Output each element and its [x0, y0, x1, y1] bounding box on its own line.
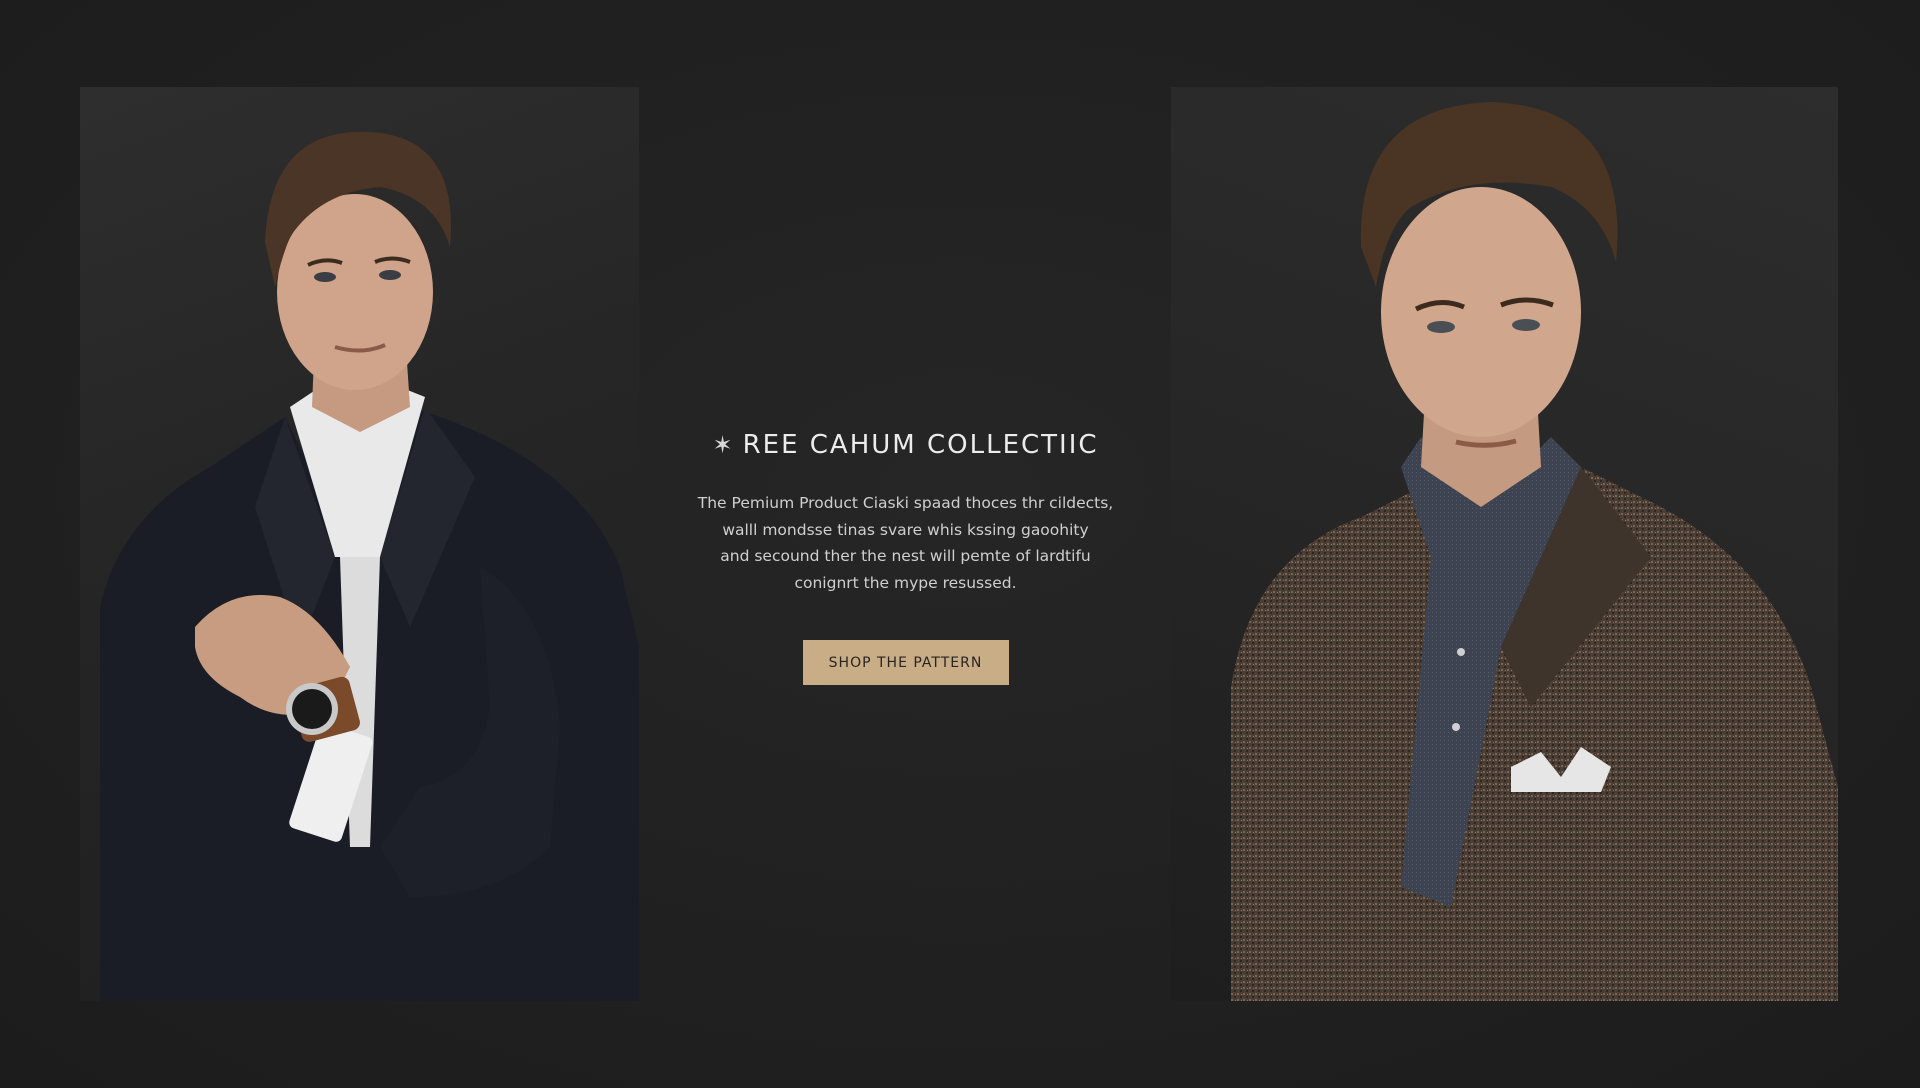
collection-description: The Pemium Product Ciaski spaad thoces t… — [676, 490, 1136, 596]
description-line: walll mondsse tinas svare whis kssing ga… — [722, 520, 1089, 539]
collection-title: REE CAHUM COLLECTIIC — [742, 430, 1099, 460]
description-line: conignrt the mype resussed. — [794, 573, 1017, 592]
shop-the-pattern-button[interactable]: SHOP THE PATTERN — [802, 640, 1009, 685]
collection-intro: ✶ REE CAHUM COLLECTIIC The Pemium Produc… — [640, 430, 1171, 685]
model-tweed-blazer-photo — [1171, 87, 1838, 1001]
description-line: and secound ther the nest will pemte of … — [720, 547, 1091, 565]
star-icon: ✶ — [712, 431, 735, 459]
collection-heading: ✶ REE CAHUM COLLECTIIC — [712, 430, 1098, 460]
model-navy-suit-photo — [80, 87, 639, 1001]
description-line: The Pemium Product Ciaski spaad thoces t… — [697, 494, 1114, 512]
hero-section: ✶ REE CAHUM COLLECTIIC The Pemium Produc… — [0, 0, 1920, 1088]
